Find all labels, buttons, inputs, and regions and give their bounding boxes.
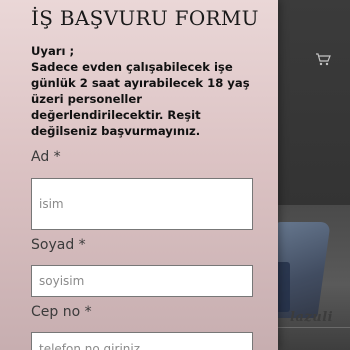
notice-text: Sadece evden çalışabilecek işe günlük 2 … [31, 60, 250, 138]
first-name-label: Ad * [31, 149, 61, 165]
phone-label: Cep no * [31, 304, 92, 320]
phone-input[interactable] [31, 332, 253, 350]
notice-heading: Uyarı ; [31, 44, 75, 58]
application-form-panel: İŞ BAŞVURU FORMU Uyarı ; Sadece evden ça… [0, 0, 278, 350]
form-title: İŞ BAŞVURU FORMU [31, 6, 259, 30]
last-name-input[interactable] [31, 265, 253, 297]
first-name-input[interactable] [31, 178, 253, 230]
last-name-label: Soyad * [31, 237, 86, 253]
cart-icon[interactable] [315, 52, 331, 66]
brand-logo-text: lazuli [290, 310, 334, 325]
form-notice: Uyarı ; Sadece evden çalışabilecek işe g… [31, 43, 266, 139]
